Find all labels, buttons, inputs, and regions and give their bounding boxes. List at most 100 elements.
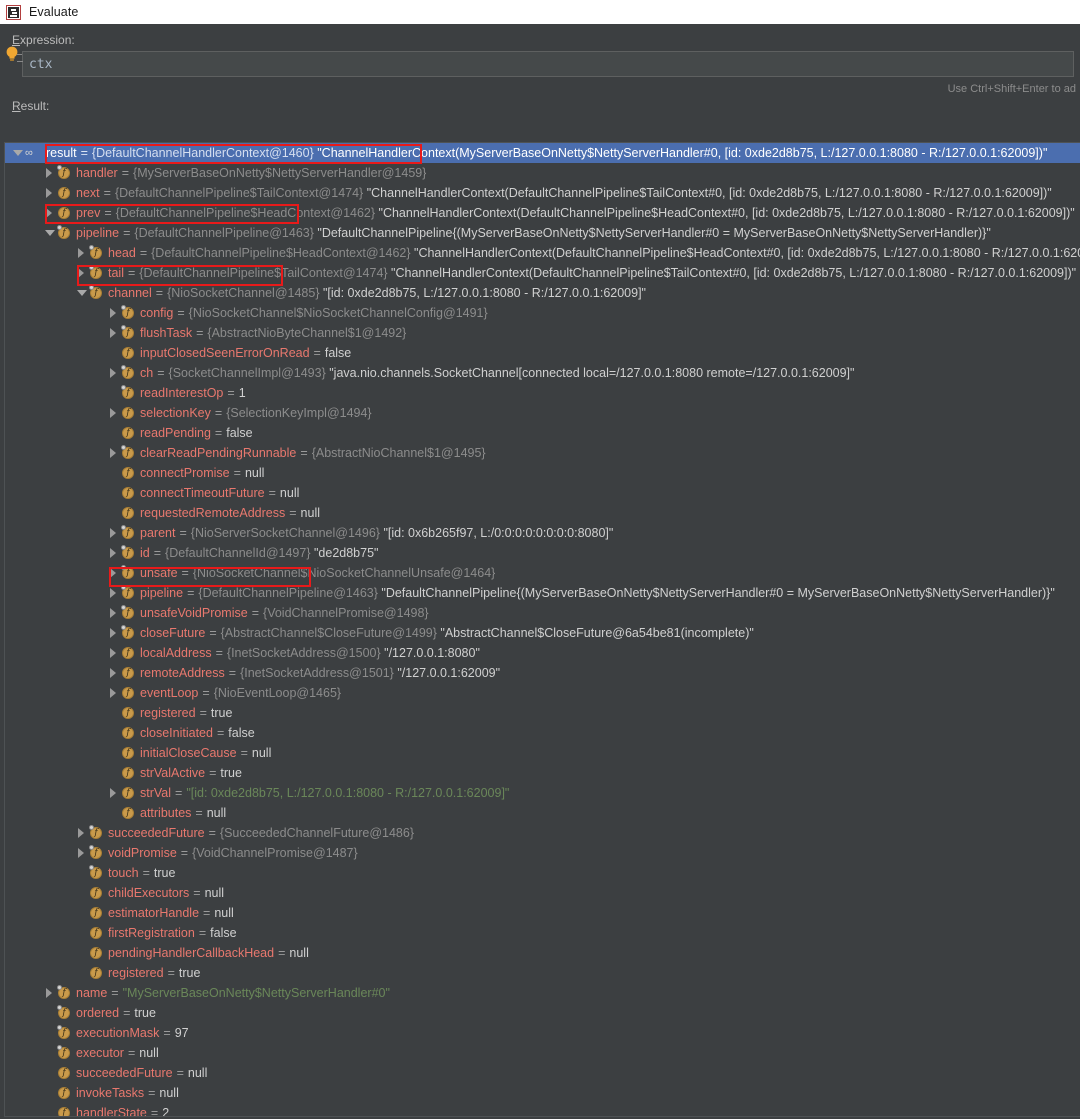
field-icon: f — [121, 506, 135, 520]
tree-row[interactable]: f childExecutors = null — [5, 883, 1080, 903]
tree-row[interactable]: f executionMask = 97 — [5, 1023, 1080, 1043]
tree-row[interactable]: f remoteAddress = {InetSocketAddress@1501} … — [5, 663, 1080, 683]
tree-row[interactable]: f estimatorHandle = null — [5, 903, 1080, 923]
chevron-right-icon[interactable] — [43, 183, 56, 203]
tree-row-text: ordered = true — [76, 1003, 156, 1023]
chevron-right-icon[interactable] — [107, 603, 120, 623]
tree-row[interactable]: f strValActive = true — [5, 763, 1080, 783]
tree-row[interactable]: f unsafeVoidPromise = {VoidChannelPromise@1… — [5, 603, 1080, 623]
tree-row[interactable]: f config = {NioSocketChannel$NioSocketChann… — [5, 303, 1080, 323]
tree-row[interactable]: f connectTimeoutFuture = null — [5, 483, 1080, 503]
tree-row[interactable]: f next = {DefaultChannelPipeline$TailContex… — [5, 183, 1080, 203]
window-title-bar: Evaluate — [0, 0, 1080, 24]
variable-name: pipeline — [76, 226, 120, 240]
field-icon: f — [57, 186, 71, 200]
tree-row[interactable]: f pendingHandlerCallbackHead = null — [5, 943, 1080, 963]
tree-row[interactable]: f invokeTasks = null — [5, 1083, 1080, 1103]
tree-row[interactable]: f attributes = null — [5, 803, 1080, 823]
chevron-right-icon[interactable] — [75, 843, 88, 863]
tree-row[interactable]: f registered = true — [5, 963, 1080, 983]
chevron-right-icon[interactable] — [107, 683, 120, 703]
tree-row-text: next = {DefaultChannelPipeline$TailContext… — [76, 183, 1052, 203]
tree-row[interactable]: f requestedRemoteAddress = null — [5, 503, 1080, 523]
tree-row[interactable]: f name = "MyServerBaseOnNetty$NettyServerHa… — [5, 983, 1080, 1003]
variable-type-ref: {AbstractNioByteChannel$1@1492} — [207, 326, 407, 340]
tree-row[interactable]: f inputClosedSeenErrorOnRead = false — [5, 343, 1080, 363]
tree-row[interactable]: f ordered = true — [5, 1003, 1080, 1023]
chevron-right-icon[interactable] — [43, 203, 56, 223]
variable-name: handler — [76, 166, 118, 180]
tree-row[interactable]: f initialCloseCause = null — [5, 743, 1080, 763]
tree-row[interactable]: f parent = {NioServerSocketChannel@1496} "[… — [5, 523, 1080, 543]
chevron-right-icon[interactable] — [107, 303, 120, 323]
chevron-right-icon[interactable] — [107, 783, 120, 803]
tree-row[interactable]: f clearReadPendingRunnable = {AbstractNioCh… — [5, 443, 1080, 463]
chevron-right-icon[interactable] — [75, 823, 88, 843]
tree-row[interactable]: f channel = {NioSocketChannel@1485} "[id: 0… — [5, 283, 1080, 303]
equals-sign: = — [199, 706, 207, 720]
tree-row[interactable]: f firstRegistration = false — [5, 923, 1080, 943]
tree-row[interactable]: f closeInitiated = false — [5, 723, 1080, 743]
field-icon: f — [57, 1086, 71, 1100]
chevron-down-icon[interactable] — [11, 143, 24, 163]
variable-name: name — [76, 986, 108, 1000]
tree-row[interactable]: f executor = null — [5, 1043, 1080, 1063]
chevron-right-icon[interactable] — [75, 263, 88, 283]
tree-row[interactable]: f unsafe = {NioSocketChannel$NioSocketChann… — [5, 563, 1080, 583]
tree-row[interactable]: f touch = true — [5, 863, 1080, 883]
tree-row[interactable]: f selectionKey = {SelectionKeyImpl@1494} — [5, 403, 1080, 423]
chevron-right-icon[interactable] — [107, 543, 120, 563]
chevron-right-icon[interactable] — [107, 323, 120, 343]
tree-row[interactable]: f pipeline = {DefaultChannelPipeline@1463} … — [5, 223, 1080, 243]
chevron-right-icon[interactable] — [107, 563, 120, 583]
chevron-down-icon[interactable] — [75, 283, 88, 303]
toggle-spacer — [43, 1023, 56, 1043]
tree-row[interactable]: f readInterestOp = 1 — [5, 383, 1080, 403]
result-label: Result: — [4, 97, 1076, 117]
variable-name: result — [46, 146, 77, 160]
tree-row[interactable]: f tail = {DefaultChannelPipeline$TailContex… — [5, 263, 1080, 283]
chevron-right-icon[interactable] — [107, 523, 120, 543]
expression-input[interactable]: ctx — [22, 51, 1074, 77]
tree-row[interactable]: f connectPromise = null — [5, 463, 1080, 483]
field-final-icon: f — [57, 1025, 71, 1040]
tree-row[interactable]: f localAddress = {InetSocketAddress@1500} "… — [5, 643, 1080, 663]
chevron-right-icon[interactable] — [75, 243, 88, 263]
lightbulb-icon[interactable] — [4, 45, 20, 65]
tree-row[interactable]: f id = {DefaultChannelId@1497} "de2d8b75" — [5, 543, 1080, 563]
variable-value: null — [251, 746, 272, 760]
variable-value: null — [244, 466, 265, 480]
chevron-right-icon[interactable] — [107, 363, 120, 383]
equals-sign: = — [148, 1086, 156, 1100]
chevron-right-icon[interactable] — [43, 983, 56, 1003]
chevron-right-icon[interactable] — [107, 663, 120, 683]
chevron-right-icon[interactable] — [107, 403, 120, 423]
tree-row[interactable]: f succeededFuture = {SucceededChannelFuture… — [5, 823, 1080, 843]
tree-row[interactable]: f handler = {MyServerBaseOnNetty$NettyServe… — [5, 163, 1080, 183]
tree-row[interactable]: f readPending = false — [5, 423, 1080, 443]
tree-row[interactable]: f flushTask = {AbstractNioByteChannel$1@149… — [5, 323, 1080, 343]
variables-tree[interactable]: ∞ result = {DefaultChannelHandlerContext@14… — [5, 143, 1080, 1116]
tree-row[interactable]: f pipeline = {DefaultChannelPipeline@1463} … — [5, 583, 1080, 603]
variable-name: eventLoop — [140, 686, 199, 700]
tree-row[interactable]: ∞ result = {DefaultChannelHandlerContext@14… — [5, 143, 1080, 163]
tree-row[interactable]: f head = {DefaultChannelPipeline$HeadContex… — [5, 243, 1080, 263]
chevron-right-icon[interactable] — [43, 163, 56, 183]
tree-row[interactable]: f registered = true — [5, 703, 1080, 723]
tree-row[interactable]: f strVal = "[id: 0xde2d8b75, L:/127.0.0.1:8… — [5, 783, 1080, 803]
tree-row[interactable]: f closeFuture = {AbstractChannel$CloseFutur… — [5, 623, 1080, 643]
chevron-right-icon[interactable] — [107, 623, 120, 643]
tree-row[interactable]: f ch = {SocketChannelImpl@1493} "java.nio.c… — [5, 363, 1080, 383]
variable-type-ref: {DefaultChannelId@1497} — [165, 546, 311, 560]
chevron-right-icon[interactable] — [107, 643, 120, 663]
result-panel[interactable]: ∞ result = {DefaultChannelHandlerContext@14… — [4, 142, 1080, 1117]
chevron-right-icon[interactable] — [107, 443, 120, 463]
tree-row[interactable]: f eventLoop = {NioEventLoop@1465} — [5, 683, 1080, 703]
tree-row[interactable]: f handlerState = 2 — [5, 1103, 1080, 1116]
tree-row[interactable]: f succeededFuture = null — [5, 1063, 1080, 1083]
chevron-right-icon[interactable] — [107, 583, 120, 603]
tree-row[interactable]: f prev = {DefaultChannelPipeline$HeadContex… — [5, 203, 1080, 223]
tree-row[interactable]: f voidPromise = {VoidChannelPromise@1487} — [5, 843, 1080, 863]
tree-row-text: unsafeVoidPromise = {VoidChannelPromise@14… — [140, 603, 429, 623]
chevron-down-icon[interactable] — [43, 223, 56, 243]
